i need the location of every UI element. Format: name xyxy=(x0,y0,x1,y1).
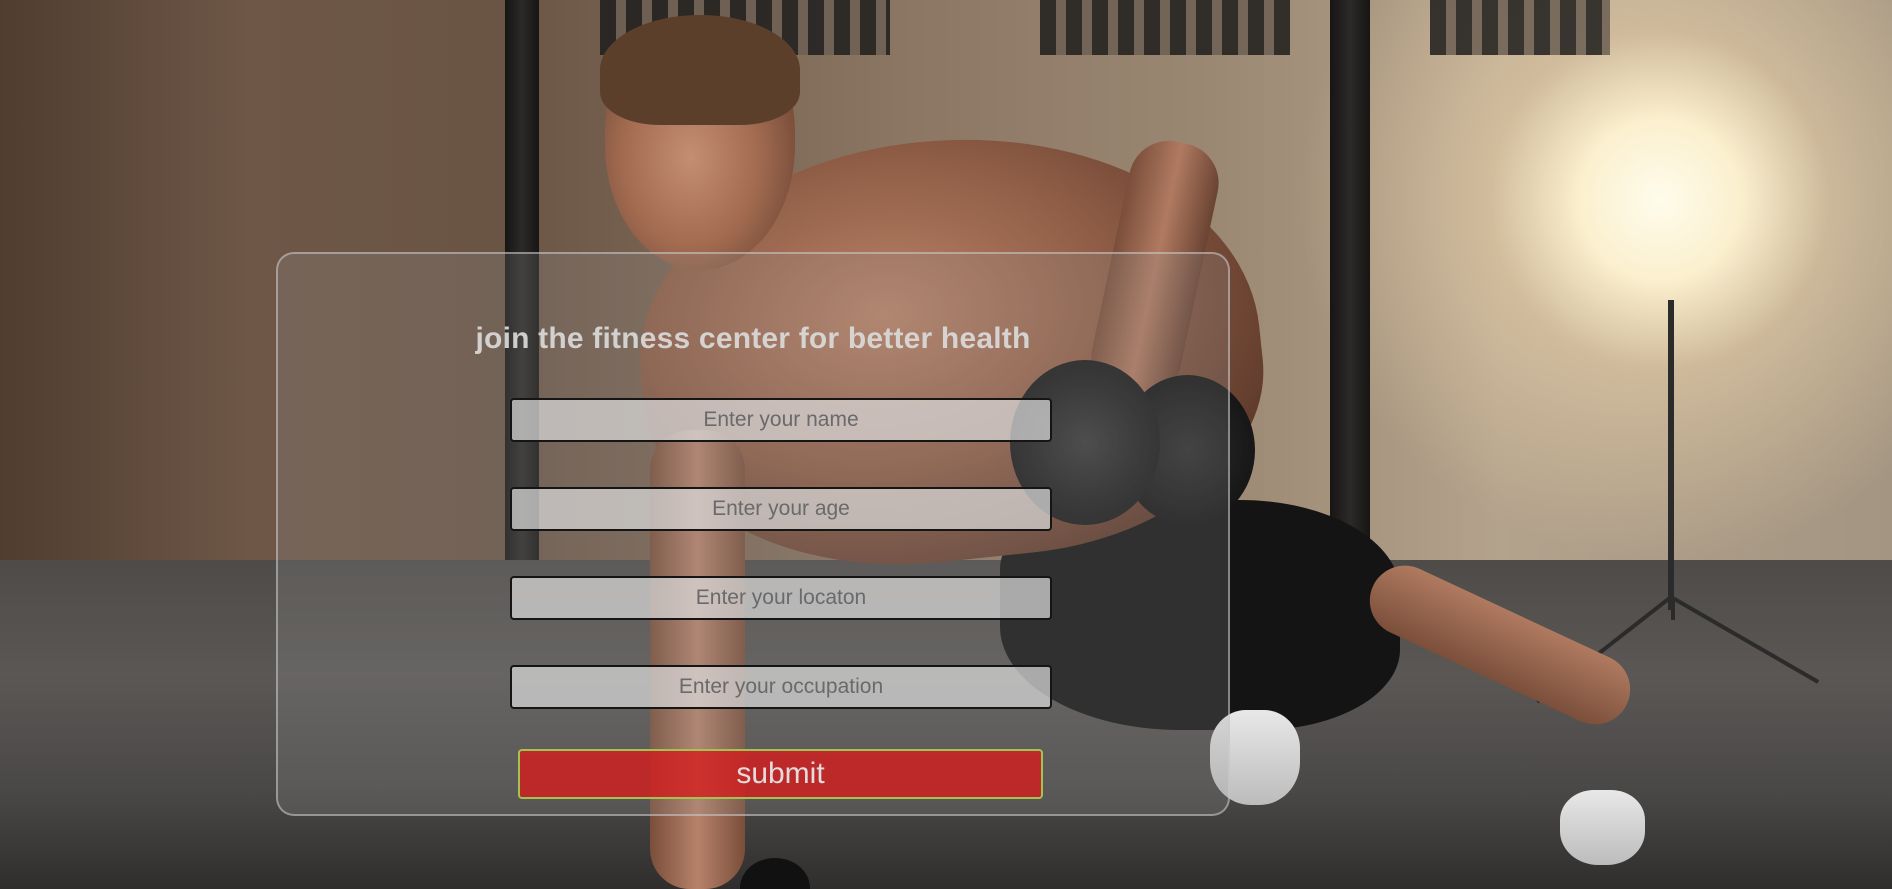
location-input[interactable] xyxy=(510,576,1052,620)
name-input[interactable] xyxy=(510,398,1052,442)
age-input[interactable] xyxy=(510,487,1052,531)
background-window xyxy=(1040,0,1290,55)
signup-form: join the fitness center for better healt… xyxy=(276,252,1230,816)
light-stand xyxy=(1668,300,1674,610)
background-pillar xyxy=(1330,0,1370,560)
athlete-shoe xyxy=(1560,790,1645,865)
athlete-hair xyxy=(600,15,800,125)
form-title: join the fitness center for better healt… xyxy=(475,322,1031,355)
occupation-input[interactable] xyxy=(510,665,1052,709)
submit-button[interactable]: submit xyxy=(518,749,1043,799)
page: join the fitness center for better healt… xyxy=(0,0,1892,889)
background-window xyxy=(1430,0,1610,55)
light-stand-leg xyxy=(1671,600,1675,620)
